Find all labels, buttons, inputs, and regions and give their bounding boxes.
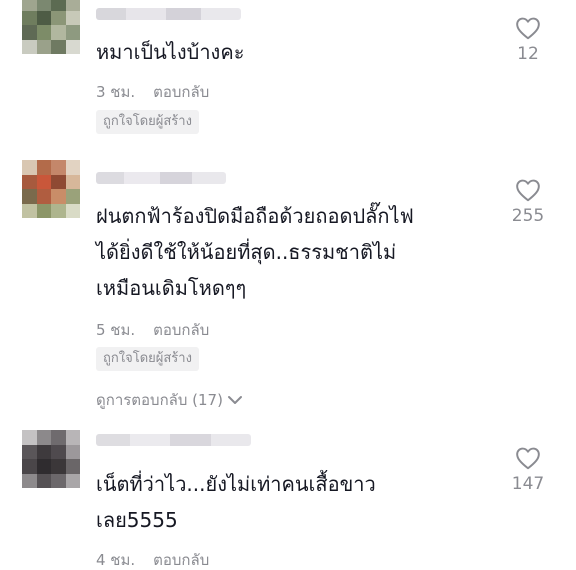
comment-time: 3 ชม. (96, 83, 136, 101)
like-count: 12 (517, 44, 539, 64)
reply-button[interactable]: ตอบกลับ (153, 318, 209, 342)
comment-meta: 4 ชม. ตอบกลับ (96, 548, 209, 570)
like-count: 255 (511, 206, 545, 226)
creator-liked-badge: ถูกใจโดยผู้สร้าง (96, 347, 199, 371)
comment-text: ฝนตกฟ้าร้องปิดมือถือด้วยถอดปลั๊กไฟ ได้ยิ… (96, 204, 414, 300)
username-blurred[interactable] (96, 8, 241, 20)
chevron-down-icon (227, 396, 242, 404)
comment-meta: 5 ชม. ตอบกลับ (96, 318, 209, 342)
like-button[interactable]: 255 (498, 178, 558, 226)
like-count: 147 (511, 474, 545, 494)
view-replies-button[interactable]: ดูการตอบกลับ (17) (96, 388, 243, 412)
username-blurred[interactable] (96, 434, 251, 446)
comment-meta: 3 ชม. ตอบกลับ (96, 80, 209, 104)
comment-list: หมาเป็นไงบ้างคะ 3 ชม. ตอบกลับ ถูกใจโดยผู… (0, 0, 576, 570)
heart-outline-icon (516, 179, 540, 202)
comment-item: ฝนตกฟ้าร้องปิดมือถือด้วยถอดปลั๊กไฟ ได้ยิ… (0, 158, 576, 418)
reply-button[interactable]: ตอบกลับ (153, 548, 209, 570)
avatar[interactable] (22, 160, 80, 218)
avatar[interactable] (22, 430, 80, 488)
comment-text: เน็ตที่ว่าไว...ยังไม่เท่าคนเสื้อขาว เลย5… (96, 472, 376, 532)
like-button[interactable]: 12 (498, 16, 558, 64)
username-blurred[interactable] (96, 172, 226, 184)
comment-time: 5 ชม. (96, 321, 136, 339)
reply-button[interactable]: ตอบกลับ (153, 80, 209, 104)
comment-item: หมาเป็นไงบ้างคะ 3 ชม. ตอบกลับ ถูกใจโดยผู… (0, 0, 576, 150)
view-replies-label: ดูการตอบกลับ (17) (96, 391, 223, 409)
comment-item: เน็ตที่ว่าไว...ยังไม่เท่าคนเสื้อขาว เลย5… (0, 428, 576, 570)
creator-liked-badge: ถูกใจโดยผู้สร้าง (96, 110, 199, 134)
comment-time: 4 ชม. (96, 551, 136, 569)
like-button[interactable]: 147 (498, 446, 558, 494)
heart-outline-icon (516, 17, 540, 40)
heart-outline-icon (516, 447, 540, 470)
avatar[interactable] (22, 0, 80, 54)
comment-text: หมาเป็นไงบ้างคะ (96, 40, 245, 64)
